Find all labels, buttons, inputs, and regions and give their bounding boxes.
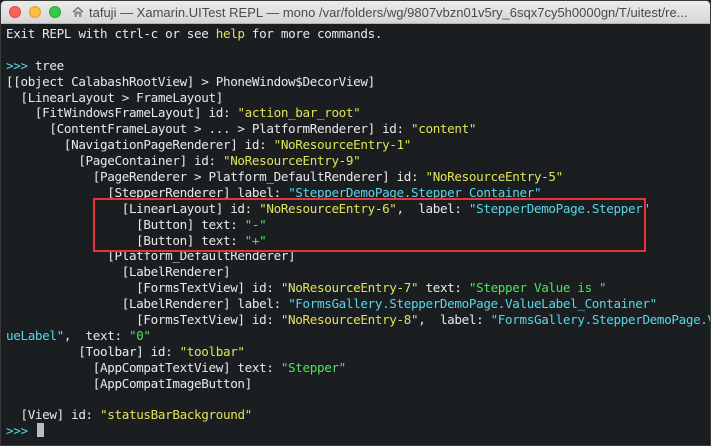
tree-node: [FormsTextView] id: — [6, 312, 281, 328]
tree-node: [[object CalabashRootView] > PhoneWindow… — [6, 73, 375, 89]
tree-line: [View] id: "statusBarBackground" — [6, 407, 705, 423]
tree-line: [Toolbar] id: "toolbar" — [6, 344, 705, 360]
intro-text-end: for more commands. — [244, 26, 383, 41]
prompt: >>> — [6, 423, 35, 439]
tree-label: ueLabel" — [6, 327, 64, 343]
tree-line: [LabelRenderer] — [6, 264, 705, 280]
tree-line: [PageContainer] id: "NoResourceEntry-9" — [6, 153, 705, 169]
window-controls — [9, 6, 61, 18]
tree-line: [NavigationPageRenderer] id: "NoResource… — [6, 137, 705, 153]
tree-value: "NoResourceEntry-8" — [280, 312, 419, 328]
tree-label: "FormsGallery.StepperDemoPage.Val — [490, 312, 711, 328]
help-keyword: help — [215, 26, 245, 41]
tree-node: [NavigationPageRenderer] id: — [6, 137, 274, 153]
terminal-window: tafuji — Xamarin.UITest REPL — mono /var… — [0, 0, 711, 446]
tree-line: [[object CalabashRootView] > PhoneWindow… — [6, 74, 705, 90]
tree-node: [FitWindowsFrameLayout] id: — [6, 105, 238, 121]
tree-line: [PageRenderer > Platform_DefaultRenderer… — [6, 169, 705, 185]
tree-value: "statusBarBackground" — [100, 407, 252, 423]
tree-node: text: — [418, 280, 469, 296]
close-button[interactable] — [9, 6, 21, 18]
command-text: tree — [34, 57, 64, 73]
tree-node: [View] id: — [6, 407, 101, 423]
tree-line: [FormsTextView] id: "NoResourceEntry-7" … — [6, 280, 705, 296]
title-bar[interactable]: tafuji — Xamarin.UITest REPL — mono /var… — [1, 1, 710, 24]
command-line: >>> tree — [6, 58, 705, 74]
tree-line: [LinearLayout > FrameLayout] — [6, 90, 705, 106]
window-title: tafuji — Xamarin.UITest REPL — mono /var… — [89, 4, 688, 20]
tree-node: , label: — [418, 312, 491, 328]
intro-line: Exit REPL with ctrl-c or see help for mo… — [6, 26, 705, 42]
tree-node: [PageRenderer > Platform_DefaultRenderer… — [6, 169, 426, 185]
tree-value: "NoResourceEntry-9" — [222, 153, 361, 169]
tree-line: [FormsTextView] id: "NoResourceEntry-8",… — [6, 312, 710, 328]
tree-node: [LinearLayout > FrameLayout] — [6, 89, 223, 105]
intro-text: Exit REPL with ctrl-c or see — [6, 26, 216, 41]
tree-value: "toolbar" — [179, 343, 245, 359]
window-title-area: tafuji — Xamarin.UITest REPL — mono /var… — [71, 1, 706, 23]
tree-node: [ContentFrameLayout > ... > PlatformRend… — [6, 121, 411, 137]
tree-text: "Stepper" — [280, 359, 346, 375]
tree-label: "FormsGallery.StepperDemoPage.ValueLabel… — [288, 296, 657, 312]
tree-value: "NoResourceEntry-1" — [273, 137, 412, 153]
minimize-button[interactable] — [29, 6, 41, 18]
tree-node: [AppCompatImageButton] — [6, 375, 252, 391]
tree-line: [FitWindowsFrameLayout] id: "action_bar_… — [6, 105, 705, 121]
tree-value: "content" — [411, 121, 477, 137]
tree-line: ueLabel", text: "0" — [6, 328, 705, 344]
tree-node: [LabelRenderer] — [6, 264, 231, 280]
tree-node: [FormsTextView] id: — [6, 280, 281, 296]
tree-line: [AppCompatImageButton] — [6, 376, 705, 392]
tree-line: [LabelRenderer] label: "FormsGallery.Ste… — [6, 296, 705, 312]
tree-node: [Toolbar] id: — [6, 343, 180, 359]
tree-text: "Stepper Value is " — [468, 280, 607, 296]
tree-text: "0" — [128, 327, 151, 343]
prompt: >>> — [6, 57, 35, 73]
tree-line: [AppCompatTextView] text: "Stepper" — [6, 360, 705, 376]
text-cursor — [36, 423, 44, 438]
tree-value: "action_bar_root" — [237, 105, 361, 121]
input-line[interactable]: >>> — [6, 423, 705, 439]
tree-line: [ContentFrameLayout > ... > PlatformRend… — [6, 121, 705, 137]
tree-node: [AppCompatTextView] text: — [6, 359, 281, 375]
tree-node: [LabelRenderer] label: — [6, 296, 289, 312]
tree-value: "NoResourceEntry-5" — [425, 169, 563, 185]
tree-node: , text: — [63, 327, 129, 343]
home-folder-icon — [72, 6, 84, 17]
highlight-box — [93, 198, 646, 252]
tree-node: [PageContainer] id: — [6, 153, 223, 169]
tree-value: "NoResourceEntry-7" — [280, 280, 419, 296]
zoom-button[interactable] — [49, 6, 61, 18]
